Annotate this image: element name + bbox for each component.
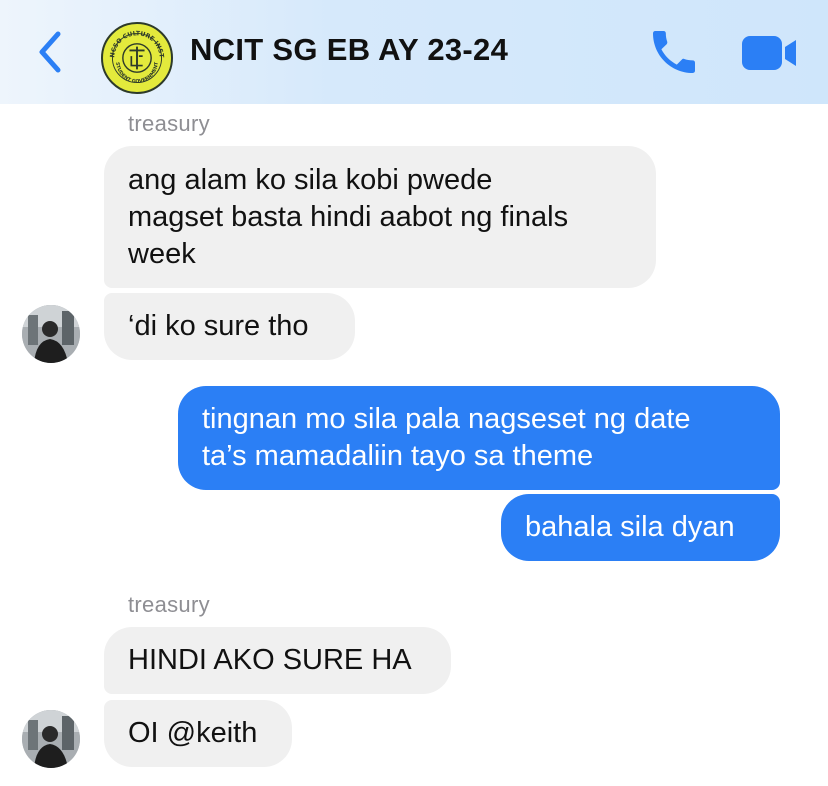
chat-header: NCSO CULTURE INST STUDENT GOVERNMENT NCI… bbox=[0, 0, 828, 104]
phone-icon bbox=[653, 31, 695, 73]
message-bubble-incoming[interactable]: OI @keith bbox=[104, 700, 292, 767]
message-bubble-outgoing[interactable]: tingnan mo sila pala nagseset ng date ta… bbox=[178, 386, 780, 490]
avatar-photo-icon bbox=[22, 710, 80, 768]
sender-avatar[interactable] bbox=[22, 710, 80, 768]
group-logo-icon: NCSO CULTURE INST STUDENT GOVERNMENT bbox=[104, 25, 170, 91]
call-button[interactable] bbox=[646, 24, 702, 80]
message-text: OI @keith bbox=[128, 717, 258, 749]
group-avatar[interactable]: NCSO CULTURE INST STUDENT GOVERNMENT bbox=[101, 22, 173, 94]
back-button[interactable] bbox=[30, 26, 70, 78]
message-text: ang alam ko sila kobi pwede bbox=[128, 163, 493, 196]
chat-title[interactable]: NCIT SG EB AY 23-24 bbox=[190, 32, 508, 68]
sender-name: treasury bbox=[128, 111, 210, 136]
message-text: HINDI AKO SURE HA bbox=[128, 644, 412, 676]
sender-name: treasury bbox=[128, 592, 210, 617]
message-text: tingnan mo sila pala nagseset ng date bbox=[202, 403, 691, 435]
message-bubble-incoming[interactable]: ang alam ko sila kobi pwede magset basta… bbox=[104, 146, 656, 288]
message-bubble-incoming[interactable]: HINDI AKO SURE HA bbox=[104, 627, 451, 694]
message-text: week bbox=[128, 237, 196, 270]
video-call-button[interactable] bbox=[738, 30, 802, 76]
message-text: ‘di ko sure tho bbox=[128, 310, 309, 342]
message-bubble-outgoing[interactable]: bahala sila dyan bbox=[501, 494, 780, 561]
message-text: magset basta hindi aabot ng finals bbox=[128, 200, 569, 233]
video-camera-icon bbox=[742, 36, 796, 70]
sender-avatar[interactable] bbox=[22, 305, 80, 363]
chevron-left-icon bbox=[39, 31, 61, 73]
avatar-photo-icon bbox=[22, 305, 80, 363]
message-bubble-incoming[interactable]: ‘di ko sure tho bbox=[104, 293, 355, 360]
message-text: ta’s mamadaliin tayo sa theme bbox=[202, 440, 594, 472]
message-text: bahala sila dyan bbox=[525, 511, 735, 543]
